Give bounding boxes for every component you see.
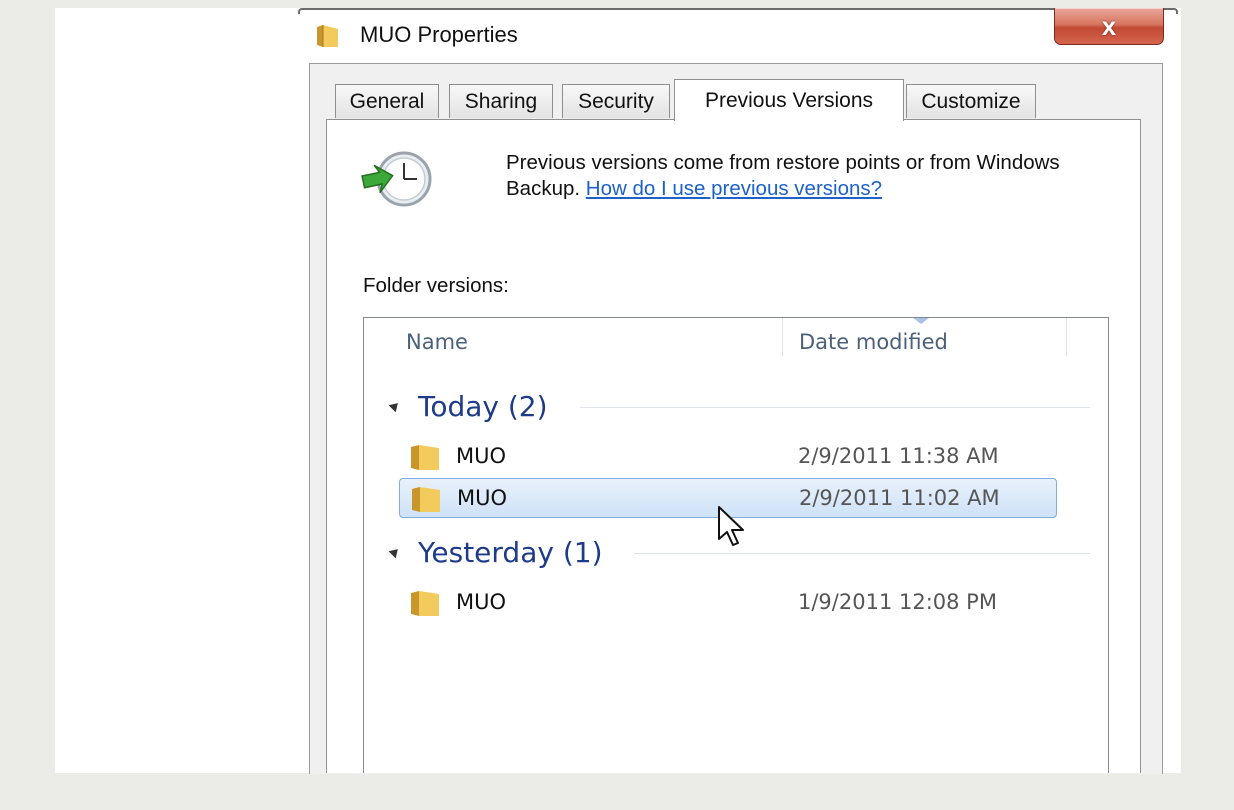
folder-icon [411,591,439,616]
item-date: 2/9/2011 11:38 AM [798,444,999,468]
tab-label: Previous Versions [704,88,874,112]
group-label: Today (2) [418,389,548,423]
column-header-name[interactable]: Name [406,330,468,354]
tab-sharing[interactable]: Sharing [449,84,553,118]
folder-icon [412,487,440,512]
group-header-today[interactable]: Today (2) [386,388,548,424]
window-frame [298,8,1178,14]
item-name: MUO [457,486,508,510]
mouse-cursor-icon [718,506,744,546]
folder-icon [317,25,338,47]
item-date: 2/9/2011 11:02 AM [799,486,1000,510]
folder-icon [411,445,439,470]
group-header-yesterday[interactable]: Yesterday (1) [386,534,603,570]
group-label: Yesterday (1) [418,535,603,569]
window-title: MUO Properties [360,22,518,47]
item-date: 1/9/2011 12:08 PM [798,590,997,614]
tab-security[interactable]: Security [562,84,670,118]
column-separator[interactable] [1066,318,1067,356]
collapse-arrow-icon [388,399,402,413]
tab-customize[interactable]: Customize [906,84,1036,118]
collapse-arrow-icon [388,545,402,559]
tab-label: Customize [921,89,1021,113]
help-link[interactable]: How do I use previous versions? [586,177,882,200]
list-item[interactable]: MUO 2/9/2011 11:38 AM [399,437,1057,477]
tab-previous-versions[interactable]: Previous Versions [674,79,904,121]
column-header-date[interactable]: Date modified [799,330,948,354]
column-separator[interactable] [782,318,783,356]
item-name: MUO [456,590,507,614]
folder-versions-label: Folder versions: [363,274,509,297]
close-icon: x [1101,11,1117,41]
group-divider [634,553,1090,554]
group-divider [580,407,1090,408]
item-name: MUO [456,444,507,468]
close-button[interactable]: x [1054,8,1164,45]
clock-restore-icon [361,151,432,207]
list-item[interactable]: MUO 1/9/2011 12:08 PM [399,583,1057,623]
sort-arrow-icon [913,318,929,324]
tab-label: Sharing [464,89,538,113]
tab-label: Security [578,89,654,113]
tab-general[interactable]: General [335,84,439,118]
info-text: Previous versions come from restore poin… [506,150,1106,202]
tab-label: General [349,89,425,113]
